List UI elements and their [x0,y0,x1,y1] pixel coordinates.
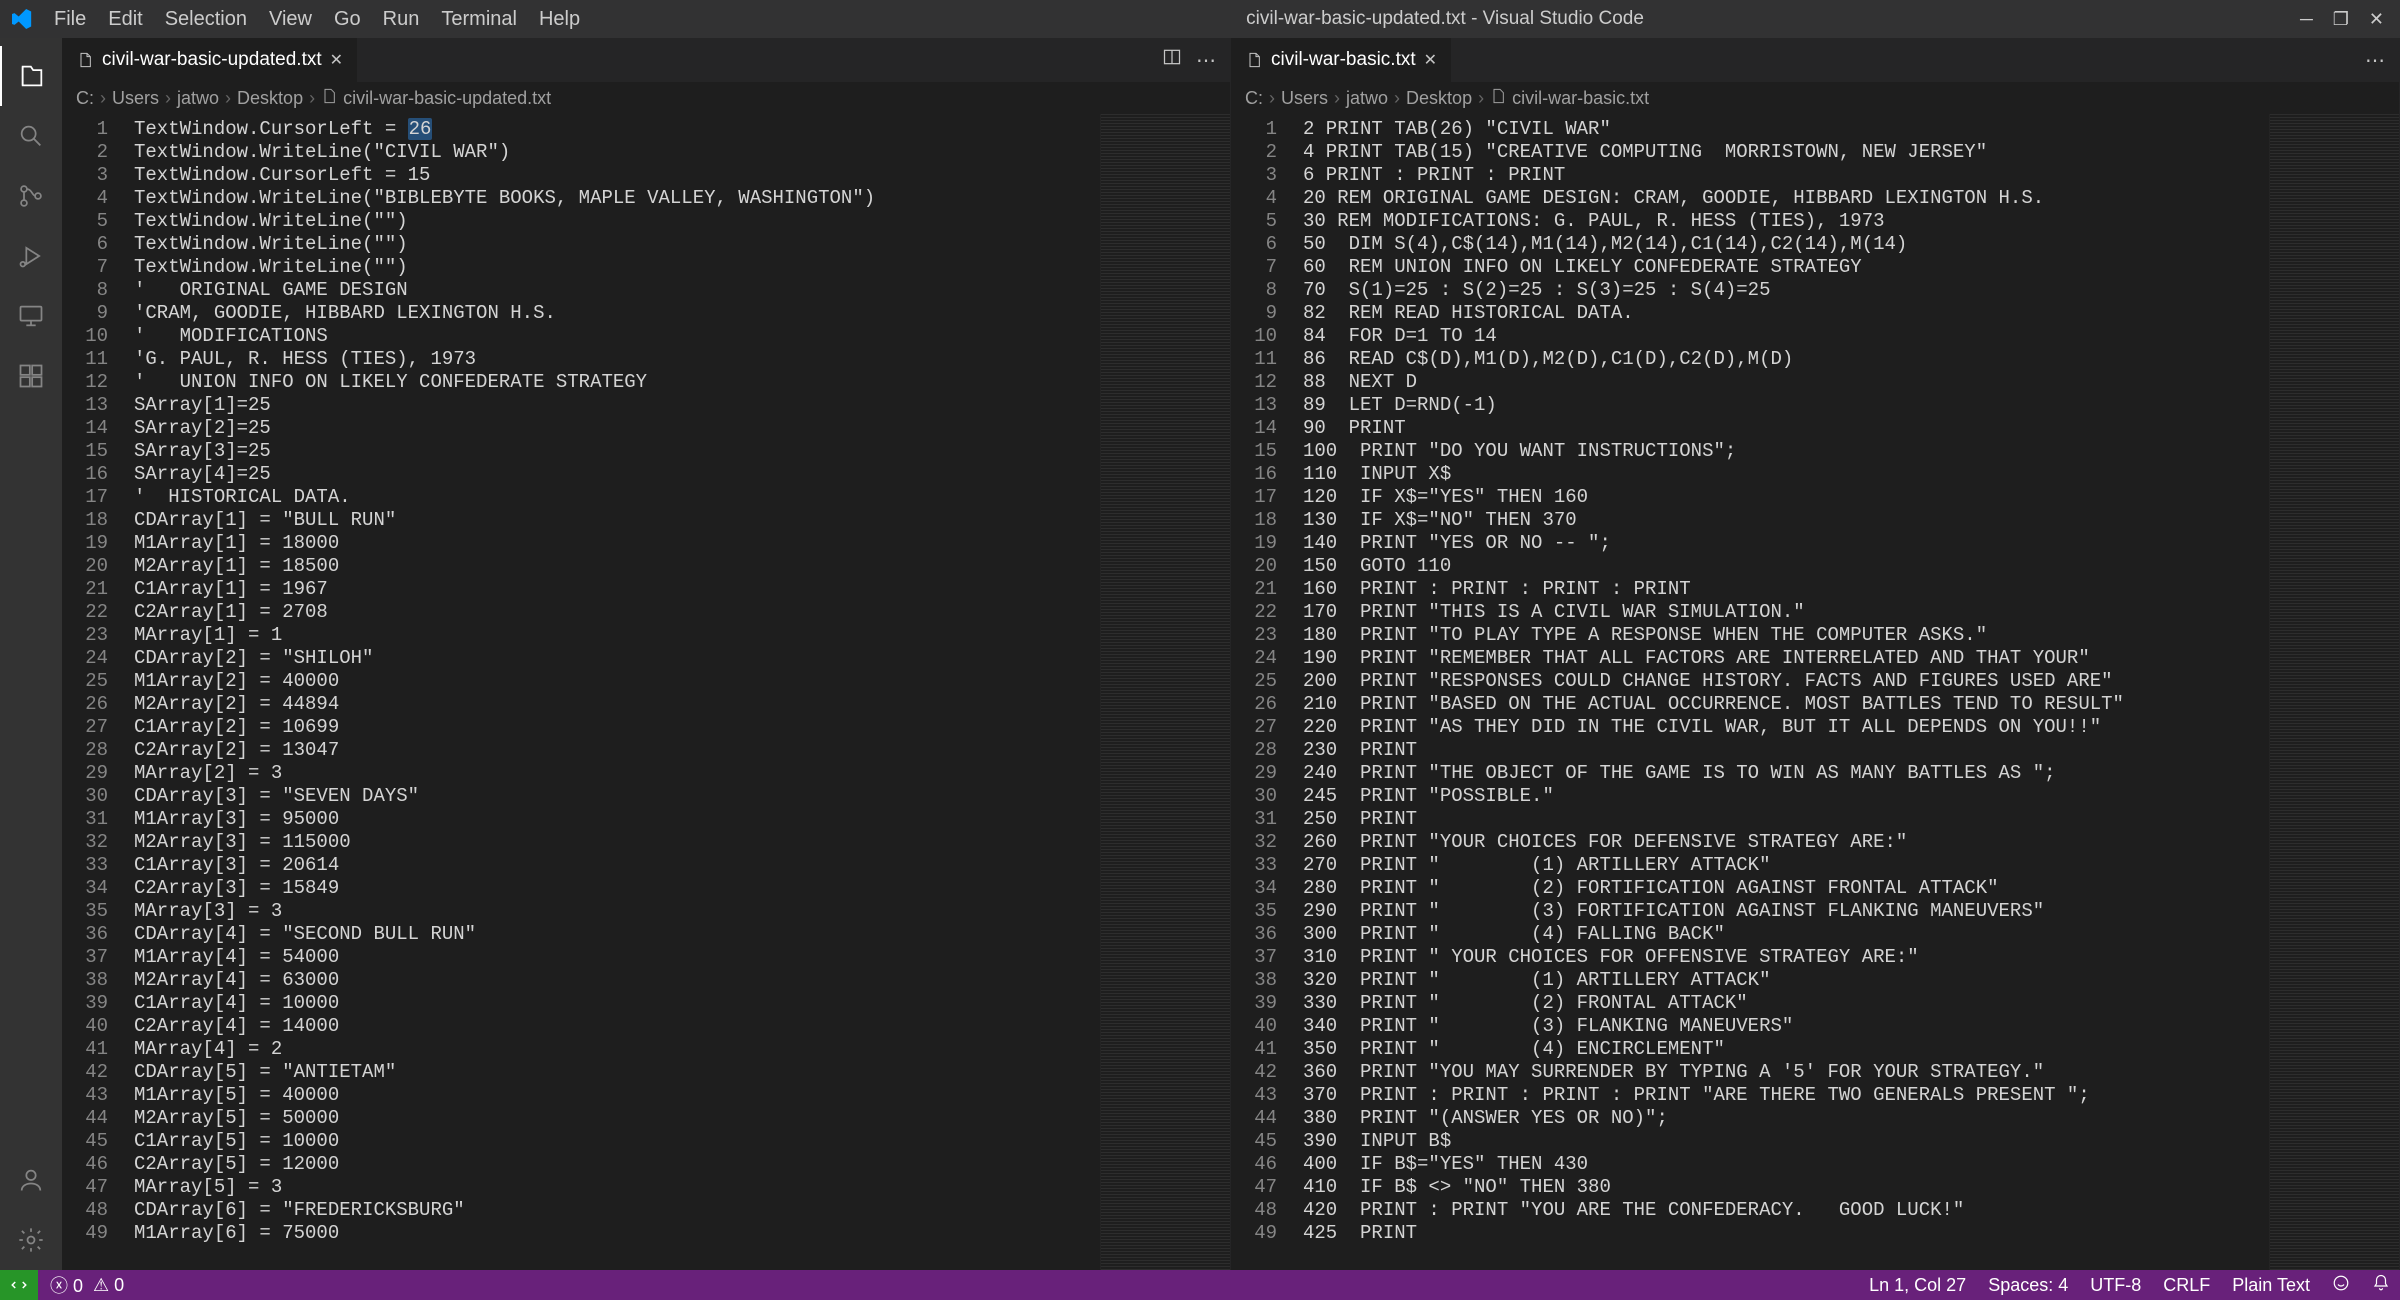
code-content[interactable]: 2 PRINT TAB(26) "CIVIL WAR" 4 PRINT TAB(… [1293,114,2269,1270]
close-icon[interactable]: ✕ [2369,9,2384,30]
explorer-icon[interactable] [0,46,62,106]
eol-status[interactable]: CRLF [2163,1275,2210,1296]
window-title: civil-war-basic-updated.txt - Visual Stu… [590,8,2300,30]
menu-help[interactable]: Help [529,4,590,35]
activity-bar [0,38,62,1270]
editor-group-right: civil-war-basic.txt ✕ ⋯ C:› Users› jatwo… [1231,38,2400,1270]
cursor-position[interactable]: Ln 1, Col 27 [1869,1275,1966,1296]
menu-edit[interactable]: Edit [98,4,152,35]
menu-go[interactable]: Go [324,4,371,35]
remote-indicator[interactable] [0,1270,38,1300]
encoding-status[interactable]: UTF-8 [2090,1275,2141,1296]
code-content[interactable]: TextWindow.CursorLeft = 26 TextWindow.Wr… [124,114,1100,1270]
editor-right[interactable]: 1 2 3 4 5 6 7 8 9 10 11 12 13 14 15 16 1… [1231,114,2399,1270]
breadcrumb-segment[interactable]: civil-war-basic-updated.txt [343,88,551,109]
split-editor-icon[interactable] [1162,47,1182,73]
breadcrumb-segment[interactable]: C: [76,88,94,109]
indentation-status[interactable]: Spaces: 4 [1988,1275,2068,1296]
line-numbers: 1 2 3 4 5 6 7 8 9 10 11 12 13 14 15 16 1… [1231,114,1293,1270]
remote-explorer-icon[interactable] [0,286,62,346]
file-icon [321,88,337,109]
file-icon [1490,88,1506,109]
source-control-icon[interactable] [0,166,62,226]
vscode-logo-icon [8,9,36,29]
feedback-icon[interactable] [2332,1274,2350,1297]
status-bar: ⓧ 0 ⚠ 0 Ln 1, Col 27 Spaces: 4 UTF-8 CRL… [0,1270,2400,1300]
breadcrumb-segment[interactable]: Users [1281,88,1328,109]
menu-file[interactable]: File [44,4,96,35]
breadcrumb-left[interactable]: C:› Users› jatwo› Desktop› civil-war-bas… [62,82,1230,114]
breadcrumb-segment[interactable]: Users [112,88,159,109]
tab-close-icon[interactable]: ✕ [1424,50,1437,70]
minimap[interactable] [1100,114,1230,1270]
breadcrumb-segment[interactable]: civil-war-basic.txt [1512,88,1649,109]
tab-label: civil-war-basic-updated.txt [102,49,322,71]
more-actions-icon[interactable]: ⋯ [1196,48,1216,73]
menu-selection[interactable]: Selection [155,4,257,35]
tab-close-icon[interactable]: ✕ [330,50,343,70]
file-icon [1245,51,1263,69]
breadcrumb-segment[interactable]: C: [1245,88,1263,109]
language-mode[interactable]: Plain Text [2232,1275,2310,1296]
tab-right-file[interactable]: civil-war-basic.txt ✕ [1231,38,1452,82]
editor-left[interactable]: 1 2 3 4 5 6 7 8 9 10 11 12 13 14 15 16 1… [62,114,1230,1270]
file-icon [76,51,94,69]
maximize-icon[interactable]: ❐ [2333,9,2349,30]
breadcrumb-segment[interactable]: Desktop [237,88,303,109]
settings-gear-icon[interactable] [0,1210,62,1270]
more-actions-icon[interactable]: ⋯ [2365,48,2385,73]
warnings-status[interactable]: ⚠ 0 [93,1275,124,1296]
breadcrumb-right[interactable]: C:› Users› jatwo› Desktop› civil-war-bas… [1231,82,2399,114]
notifications-icon[interactable] [2372,1274,2390,1297]
menu-run[interactable]: Run [373,4,430,35]
breadcrumb-segment[interactable]: Desktop [1406,88,1472,109]
search-icon[interactable] [0,106,62,166]
accounts-icon[interactable] [0,1150,62,1210]
editor-group-left: civil-war-basic-updated.txt ✕ ⋯ C:› User… [62,38,1231,1270]
extensions-icon[interactable] [0,346,62,406]
menubar: File Edit Selection View Go Run Terminal… [44,4,590,35]
debug-icon[interactable] [0,226,62,286]
line-numbers: 1 2 3 4 5 6 7 8 9 10 11 12 13 14 15 16 1… [62,114,124,1270]
tab-left-file[interactable]: civil-war-basic-updated.txt ✕ [62,38,358,82]
menu-terminal[interactable]: Terminal [431,4,527,35]
tab-label: civil-war-basic.txt [1271,49,1416,71]
menu-view[interactable]: View [259,4,322,35]
breadcrumb-segment[interactable]: jatwo [177,88,219,109]
minimap[interactable] [2269,114,2399,1270]
minimize-icon[interactable]: ─ [2300,9,2313,30]
breadcrumb-segment[interactable]: jatwo [1346,88,1388,109]
errors-status[interactable]: ⓧ 0 [50,1272,83,1298]
title-bar: File Edit Selection View Go Run Terminal… [0,0,2400,38]
